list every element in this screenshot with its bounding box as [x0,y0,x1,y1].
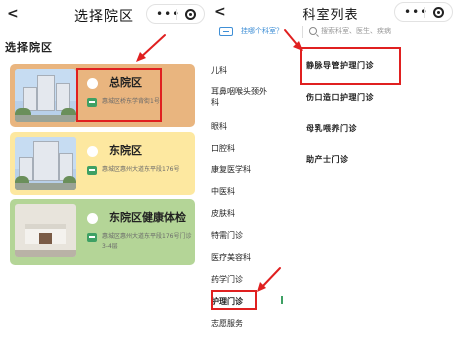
campus-photo [15,69,76,122]
search-bar: 挂哪个科室？ 搜索科室、医生、疾病 [208,24,453,42]
capsule-divider [176,9,177,20]
department-item[interactable]: 药学门诊 [211,274,243,285]
sub-clinic-item[interactable]: 母乳喂养门诊 [306,123,357,134]
search-icon [309,27,317,35]
close-target-icon[interactable] [433,7,444,18]
search-input[interactable]: 搜索科室、医生、疾病 [321,26,391,36]
campus-address: 惠城区惠州大道东平段176号 [102,166,180,173]
department-item[interactable]: 志愿服务 [211,318,243,329]
department-item[interactable]: 耳鼻咽喉头颈外科 [211,86,267,108]
radio-button[interactable] [87,213,98,224]
location-check-icon [87,233,97,242]
department-item[interactable]: 中医科 [211,186,235,197]
close-target-icon[interactable] [185,9,196,20]
department-item[interactable]: 医疗美容科 [211,252,251,263]
department-item[interactable]: 皮肤科 [211,208,235,219]
mini-program-capsule[interactable]: ••• [146,4,205,24]
highlight-box [300,47,401,85]
section-heading: 选择院区 [5,41,53,54]
department-item[interactable]: 康复医学科 [211,164,251,175]
highlight-box [76,68,162,122]
department-item[interactable]: 儿科 [211,65,227,76]
guide-link[interactable]: 挂哪个科室？ [241,26,283,36]
scroll-indicator [281,296,283,304]
sub-clinic-item[interactable]: 助产士门诊 [306,154,349,165]
department-item[interactable]: 眼科 [211,121,227,132]
campus-card-east[interactable]: 东院区 惠城区惠州大道东平段176号 [10,132,195,195]
mini-program-capsule[interactable]: ••• [394,2,453,22]
campus-select-screen: < 选择院区 ••• 选择院区 总院区 惠城区桥东学背街1号 东院区 惠城区惠州… [0,0,208,341]
location-check-icon [87,166,97,175]
campus-card-checkup[interactable]: 东院区健康体检 惠城区惠州大道东平段176号门诊3-4层 [10,199,195,265]
search-divider [302,26,303,38]
guide-icon[interactable] [219,27,233,36]
sub-clinic-item[interactable]: 伤口造口护理门诊 [306,92,374,103]
campus-name: 东院区健康体检 [109,211,186,224]
department-item[interactable]: 口腔科 [211,143,235,154]
nav-bar: < 选择院区 ••• [0,0,208,30]
highlight-box [211,290,257,310]
campus-address: 惠城区惠州大道东平段176号门诊3-4层 [102,233,192,250]
campus-photo [15,204,76,257]
department-item[interactable]: 特需门诊 [211,230,243,241]
campus-photo [15,137,76,190]
campus-name: 东院区 [109,144,142,157]
radio-button[interactable] [87,146,98,157]
capsule-divider [424,7,425,18]
department-list-screen: < 科室列表 ••• 挂哪个科室？ 搜索科室、医生、疾病 儿科 耳鼻咽喉头颈外科… [208,0,453,341]
